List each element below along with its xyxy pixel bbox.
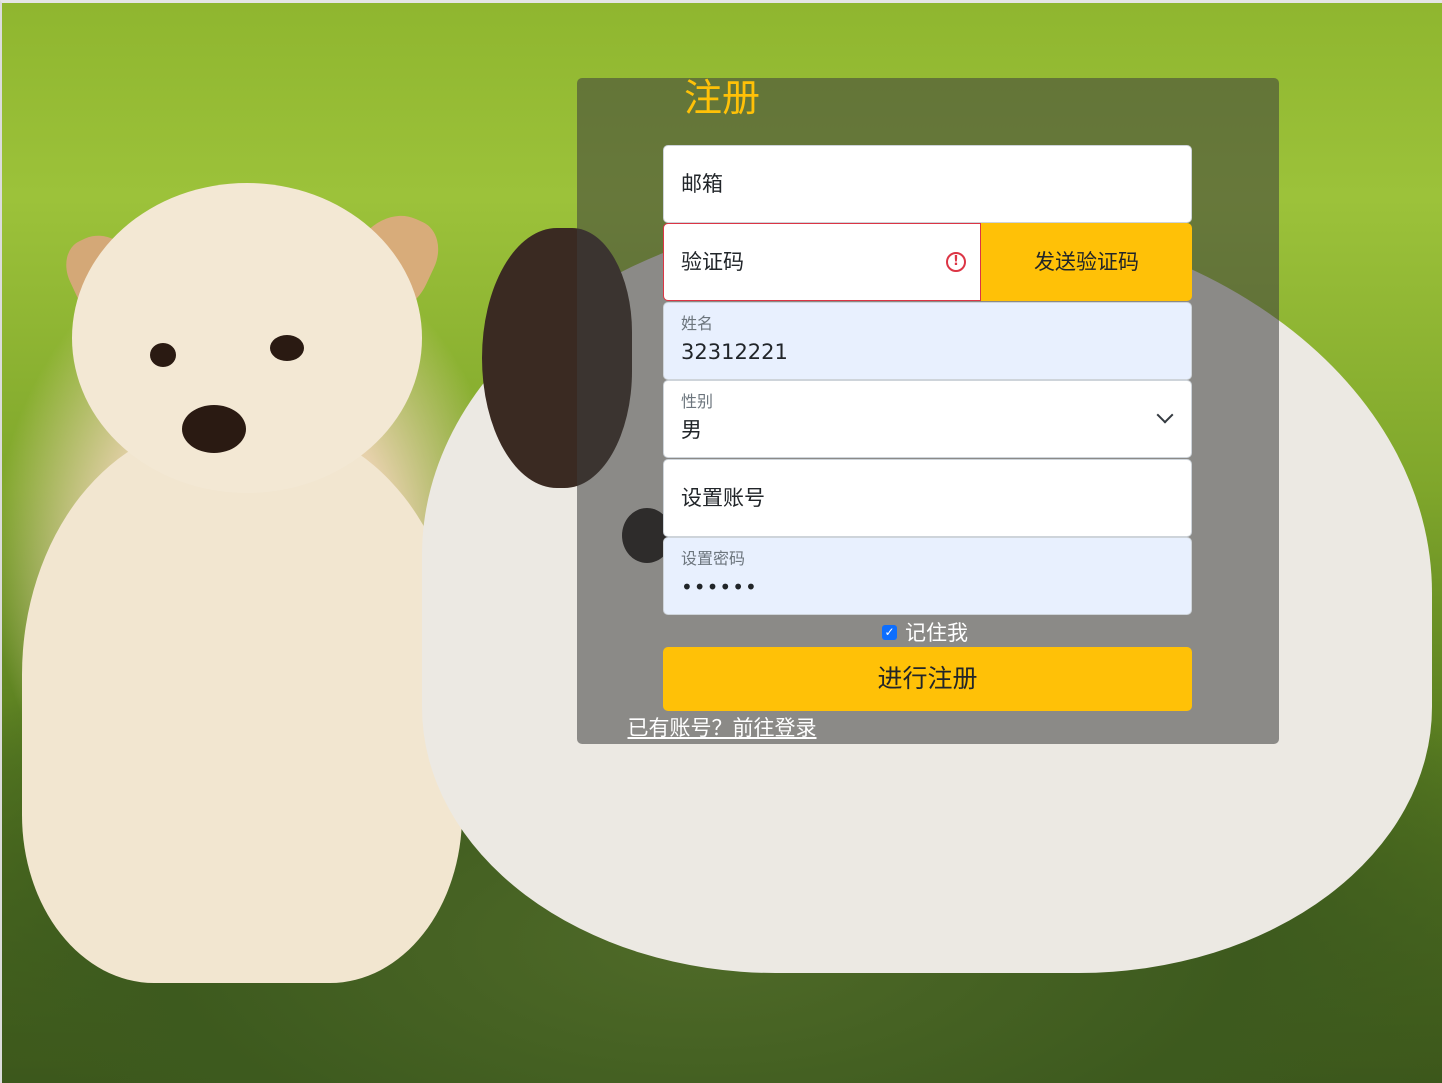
login-link[interactable]: 已有账号？前往登录	[628, 716, 817, 740]
password-label: 设置密码	[681, 549, 746, 568]
page-title: 注册	[683, 76, 760, 120]
send-code-button[interactable]: 发送验证码	[981, 223, 1192, 301]
remember-label: 记住我	[905, 621, 968, 645]
name-value: 32312221	[681, 340, 788, 364]
puppy-eye	[150, 343, 176, 367]
gender-value: 男	[681, 418, 702, 442]
chevron-down-icon	[1156, 406, 1174, 424]
verification-code-placeholder: 验证码	[681, 250, 744, 274]
account-placeholder: 设置账号	[681, 486, 765, 510]
puppy-left-head	[72, 183, 422, 493]
password-field[interactable]: 设置密码 ••••••	[663, 537, 1192, 615]
puppy-nose	[182, 405, 246, 453]
remember-me[interactable]: ✓ 记住我	[882, 618, 968, 646]
email-field[interactable]: 邮箱	[663, 145, 1192, 223]
login-link-row: 已有账号？前往登录	[2, 713, 1442, 743]
password-value: ••••••	[681, 575, 758, 599]
account-field[interactable]: 设置账号	[663, 459, 1192, 537]
remember-checkbox[interactable]: ✓	[882, 624, 897, 640]
register-button[interactable]: 进行注册	[663, 647, 1192, 711]
puppy-left-body	[22, 423, 462, 983]
name-label: 姓名	[681, 314, 714, 333]
name-field[interactable]: 姓名 32312221	[663, 302, 1192, 380]
exclamation-circle-icon: !	[946, 252, 966, 272]
gender-label: 性别	[681, 392, 714, 411]
verification-code-field[interactable]: 验证码 !	[663, 223, 981, 301]
email-placeholder: 邮箱	[681, 172, 723, 196]
gender-select[interactable]: 性别 男	[663, 380, 1192, 458]
background-photo: 注册 邮箱 验证码 ! 发送验证码 姓名 32312221 性别 男 设置账号 …	[0, 0, 1442, 1083]
puppy-eye	[270, 335, 304, 361]
